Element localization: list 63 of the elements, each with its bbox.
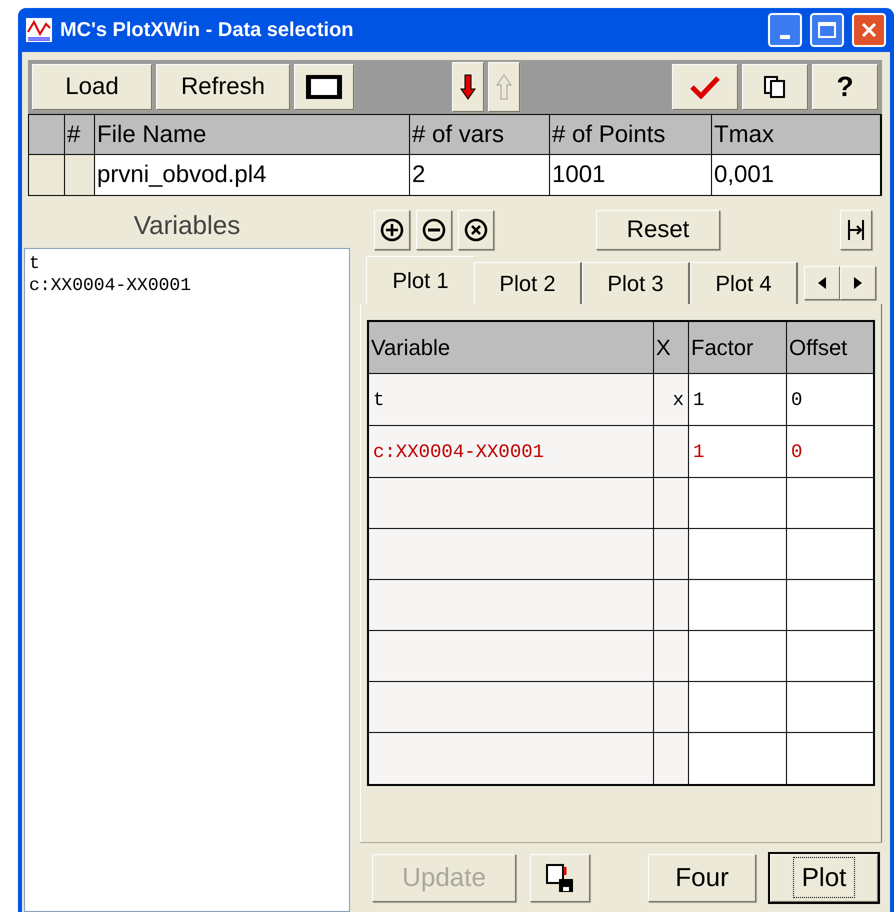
variables-label: Variables — [132, 209, 242, 242]
minus-circle-icon — [422, 218, 446, 242]
column-header: # — [65, 115, 95, 154]
fit-width-icon — [846, 218, 866, 242]
reset-button[interactable]: Reset — [596, 210, 720, 250]
plot-tab[interactable]: Plot 4 — [690, 262, 798, 304]
zoom-out-button[interactable] — [416, 210, 452, 250]
caret-left-icon — [818, 277, 826, 289]
column-header: Tmax — [712, 115, 881, 154]
move-down-button[interactable] — [452, 62, 484, 112]
move-up-button[interactable] — [488, 62, 520, 112]
minimize-button[interactable] — [768, 13, 802, 47]
film-button[interactable] — [294, 64, 354, 110]
table-cell-text: 0 — [790, 388, 804, 413]
table-cell: 2 — [410, 155, 550, 195]
toolbar-button[interactable]: Load — [32, 64, 152, 110]
close-icon — [860, 21, 878, 39]
fit-button[interactable] — [840, 210, 872, 250]
scroll-right-button[interactable] — [840, 266, 876, 300]
table-cell: x — [654, 374, 689, 425]
checkmark-icon — [690, 75, 720, 99]
arrow-down-icon — [460, 73, 476, 101]
table-cell: c:XX0004-XX0001 — [369, 426, 654, 477]
plot-tab[interactable]: Plot 1 — [366, 256, 474, 304]
table-cell-text: 0 — [790, 440, 804, 465]
save-icon — [545, 862, 575, 892]
column-header: # of vars — [410, 115, 550, 154]
plot-tab[interactable]: Plot 2 — [474, 262, 582, 304]
window-title: MC's PlotXWin - Data selection — [60, 18, 355, 43]
toolbar-button[interactable]: Refresh — [156, 64, 290, 110]
film-icon — [305, 74, 343, 100]
cross-circle-icon — [464, 218, 488, 242]
zoom-in-button[interactable] — [374, 210, 410, 250]
action-button[interactable]: Four — [648, 854, 756, 902]
copy-button[interactable] — [742, 64, 808, 110]
maximize-button[interactable] — [810, 13, 844, 47]
clear-button[interactable] — [458, 210, 494, 250]
arrow-up-icon — [496, 73, 512, 101]
confirm-button[interactable] — [672, 64, 738, 110]
copy-icon — [763, 75, 787, 99]
column-header: Factor — [689, 322, 787, 373]
help-button[interactable]: ? — [812, 64, 878, 110]
column-header: Offset — [788, 334, 848, 362]
table-cell: 1 — [689, 374, 787, 425]
table-cell: 1 — [689, 426, 787, 477]
column-header: X — [654, 322, 689, 373]
table-cell: prvni_obvod.pl4 — [95, 155, 410, 195]
action-button[interactable]: Plot — [770, 854, 878, 902]
caret-right-icon — [854, 277, 862, 289]
list-item[interactable]: t — [29, 253, 345, 275]
plus-circle-icon — [380, 218, 404, 242]
table-cell: 1001 — [550, 155, 712, 195]
column-header: # of Points — [550, 115, 712, 154]
chart-icon — [26, 18, 52, 42]
table-cell: t — [369, 374, 654, 425]
table-cell: 0,001 — [712, 155, 881, 195]
close-button[interactable] — [852, 13, 886, 47]
column-header: File Name — [95, 115, 410, 154]
column-header: Variable — [369, 322, 654, 373]
scroll-left-button[interactable] — [804, 266, 840, 300]
list-item[interactable]: c:XX0004-XX0001 — [29, 275, 345, 297]
plot-tab[interactable]: Plot 3 — [582, 262, 690, 304]
save-button[interactable] — [530, 854, 590, 902]
